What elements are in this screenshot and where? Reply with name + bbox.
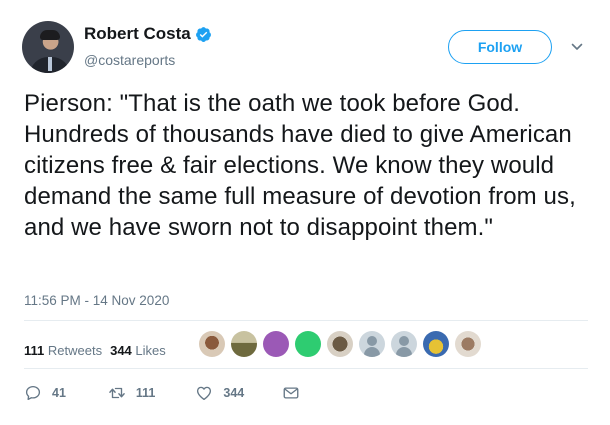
retweet-button[interactable]: 111	[108, 384, 155, 402]
divider	[24, 368, 588, 369]
reply-button[interactable]: 41	[24, 384, 66, 402]
tweet-card: Robert Costa @costareports Follow Pierso…	[0, 0, 610, 425]
chevron-down-icon[interactable]	[570, 40, 584, 54]
liker-avatar[interactable]	[263, 331, 289, 357]
like-count: 344	[223, 386, 245, 400]
likes-count: 344	[110, 343, 132, 358]
liker-avatar[interactable]	[391, 331, 417, 357]
liker-avatar[interactable]	[359, 331, 385, 357]
liker-avatar[interactable]	[295, 331, 321, 357]
liker-avatar[interactable]	[423, 331, 449, 357]
likes-label: Likes	[135, 343, 166, 358]
liker-avatar[interactable]	[327, 331, 353, 357]
author-avatar[interactable]	[22, 21, 74, 73]
liker-avatar[interactable]	[455, 331, 481, 357]
verified-badge-icon	[195, 26, 211, 42]
retweet-count: 111	[135, 386, 156, 400]
retweet-icon	[109, 387, 125, 399]
envelope-icon	[283, 387, 299, 399]
tweet-actions: 41 111 344	[24, 384, 300, 402]
divider	[24, 320, 588, 321]
retweets-label: Retweets	[47, 343, 103, 358]
tweet-timestamp[interactable]: 11:56 PM - 14 Nov 2020	[24, 293, 169, 308]
retweets-count: 111	[24, 343, 45, 358]
author-name-row: Robert Costa	[84, 24, 212, 44]
like-button[interactable]: 344	[195, 384, 244, 402]
liker-avatar[interactable]	[231, 331, 257, 357]
retweets-stat[interactable]: 111 Retweets	[24, 343, 102, 358]
reply-count: 41	[52, 386, 66, 400]
likes-stat[interactable]: 344 Likes	[110, 343, 166, 358]
liker-avatars	[199, 331, 487, 357]
author-handle[interactable]: @costareports	[84, 52, 175, 68]
liker-avatar[interactable]	[199, 331, 225, 357]
follow-button[interactable]: Follow	[448, 30, 552, 64]
tweet-stats: 111 Retweets 344 Likes	[24, 343, 174, 358]
heart-icon	[197, 386, 212, 401]
direct-message-button[interactable]	[282, 384, 300, 402]
author-display-name[interactable]: Robert Costa	[84, 24, 191, 44]
reply-icon	[25, 385, 41, 401]
tweet-text: Pierson: "That is the oath we took befor…	[24, 90, 576, 241]
